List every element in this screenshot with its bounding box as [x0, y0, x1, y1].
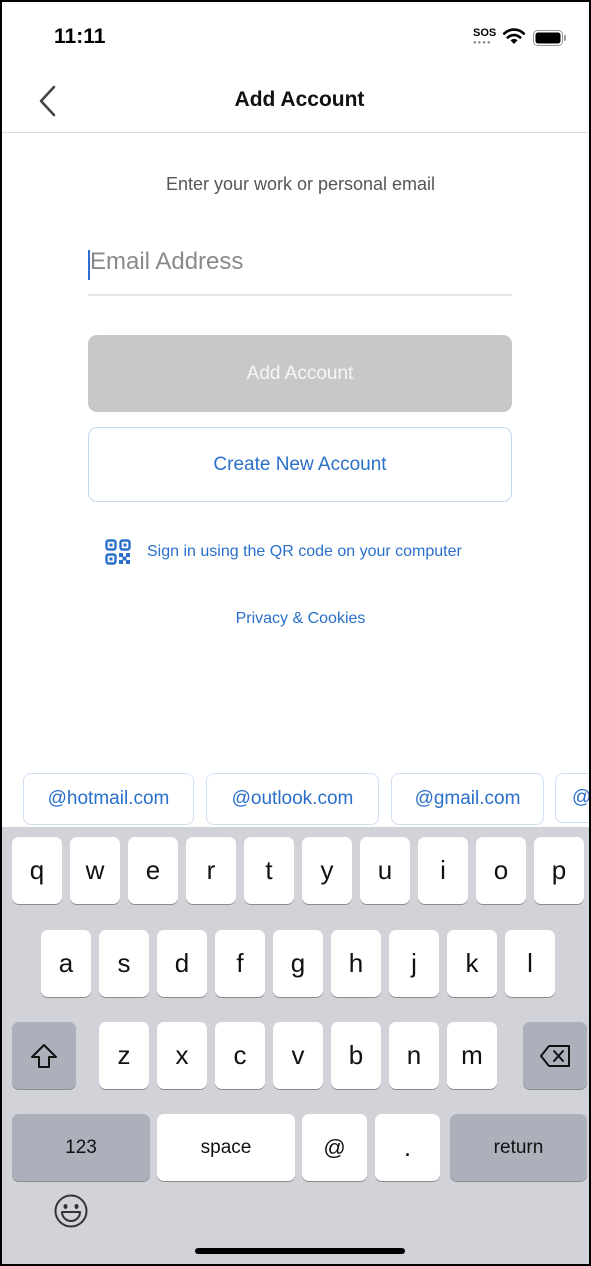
key-s[interactable]: s: [99, 930, 149, 997]
key-z[interactable]: z: [99, 1022, 149, 1089]
privacy-cookies-link[interactable]: Privacy & Cookies: [2, 610, 589, 628]
email-field[interactable]: Email Address: [88, 238, 512, 296]
navigation-bar: Add Account: [2, 70, 589, 133]
key-f[interactable]: f: [215, 930, 265, 997]
wifi-icon: [502, 28, 526, 44]
key-i[interactable]: i: [418, 837, 468, 904]
suggestion-outlook[interactable]: @outlook.com: [206, 773, 379, 825]
qr-sign-in-label: Sign in using the QR code on your comput…: [147, 543, 462, 560]
emoji-icon[interactable]: [53, 1193, 89, 1229]
key-r[interactable]: r: [186, 837, 236, 904]
email-placeholder: Email Address: [90, 248, 244, 275]
key-q[interactable]: q: [12, 837, 62, 904]
suggestion-gmail[interactable]: @gmail.com: [391, 773, 544, 825]
key-a[interactable]: a: [41, 930, 91, 997]
key-l[interactable]: l: [505, 930, 555, 997]
key-p[interactable]: p: [534, 837, 584, 904]
key-o[interactable]: o: [476, 837, 526, 904]
sos-indicator: SOS ●●●●: [473, 28, 496, 48]
keyboard: q w e r t y u i o p a s d f g h j k l z …: [2, 827, 589, 1264]
key-v[interactable]: v: [273, 1022, 323, 1089]
suggestion-more[interactable]: @: [555, 773, 589, 823]
phone-screen: 11:11 SOS ●●●● Add Account Enter your wor…: [0, 0, 591, 1266]
qr-code-icon: [105, 539, 131, 565]
key-j[interactable]: j: [389, 930, 439, 997]
key-c[interactable]: c: [215, 1022, 265, 1089]
key-b[interactable]: b: [331, 1022, 381, 1089]
key-g[interactable]: g: [273, 930, 323, 997]
email-prompt: Enter your work or personal email: [165, 174, 436, 194]
qr-sign-in-link[interactable]: Sign in using the QR code on your comput…: [105, 538, 462, 566]
shift-arrow-icon: [31, 1043, 57, 1068]
status-time: 11:11: [54, 25, 106, 48]
key-m[interactable]: m: [447, 1022, 497, 1089]
create-new-account-button[interactable]: Create New Account: [88, 427, 512, 502]
add-account-button[interactable]: Add Account: [88, 335, 512, 412]
numbers-key[interactable]: 123: [12, 1114, 150, 1181]
key-x[interactable]: x: [157, 1022, 207, 1089]
backspace-icon: [540, 1044, 570, 1067]
key-h[interactable]: h: [331, 930, 381, 997]
status-bar: 11:11 SOS ●●●●: [2, 2, 589, 70]
key-w[interactable]: w: [70, 837, 120, 904]
delete-key[interactable]: [523, 1022, 587, 1089]
shift-key[interactable]: [12, 1022, 76, 1089]
period-key[interactable]: .: [375, 1114, 440, 1181]
key-e[interactable]: e: [128, 837, 178, 904]
key-t[interactable]: t: [244, 837, 294, 904]
battery-icon: [533, 30, 566, 46]
domain-suggestions: @hotmail.com @outlook.com @gmail.com @: [2, 773, 589, 825]
key-y[interactable]: y: [302, 837, 352, 904]
key-k[interactable]: k: [447, 930, 497, 997]
return-key[interactable]: return: [450, 1114, 587, 1181]
suggestion-hotmail[interactable]: @hotmail.com: [23, 773, 194, 825]
at-key[interactable]: @: [302, 1114, 367, 1181]
home-indicator: [195, 1248, 405, 1254]
key-n[interactable]: n: [389, 1022, 439, 1089]
space-key[interactable]: space: [157, 1114, 295, 1181]
signal-dots: ●●●●: [473, 40, 492, 46]
key-d[interactable]: d: [157, 930, 207, 997]
page-title: Add Account: [234, 88, 365, 111]
key-u[interactable]: u: [360, 837, 410, 904]
